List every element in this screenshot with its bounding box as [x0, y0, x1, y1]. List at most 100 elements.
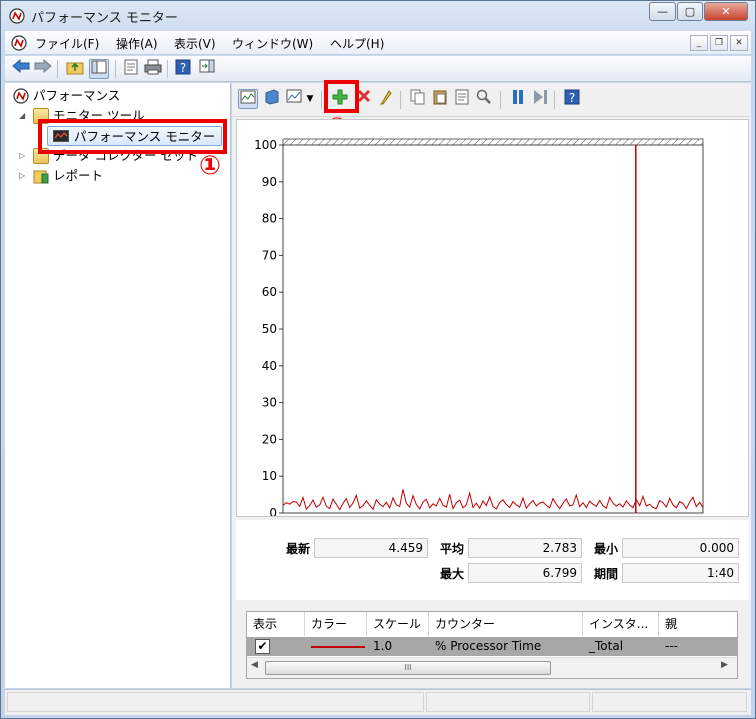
- back-button[interactable]: [11, 58, 31, 79]
- column-header-instance[interactable]: インスタ...: [583, 612, 659, 636]
- svg-text:?: ?: [569, 91, 575, 105]
- table-row[interactable]: ✔ 1.0 % Processor Time _Total ---: [247, 637, 737, 656]
- mdi-restore-button[interactable]: ❐: [710, 35, 728, 51]
- forward-button[interactable]: [33, 58, 53, 79]
- duration-label: 期間: [594, 567, 619, 581]
- update-data-button[interactable]: [530, 89, 550, 109]
- up-folder-button[interactable]: [65, 59, 85, 79]
- toolbar-separator: [57, 60, 58, 78]
- menu-action[interactable]: 操作(A): [116, 35, 158, 52]
- help-icon: ?: [175, 59, 191, 75]
- console-tree: パフォーマンス ◢ モニター ツール パフォーマンス モニター ▷ データ コレ…: [5, 83, 231, 688]
- counter-name: % Processor Time: [435, 639, 542, 653]
- log-data-icon: [265, 89, 279, 105]
- freeze-display-button[interactable]: [508, 89, 528, 109]
- view-log-data-button[interactable]: [262, 89, 282, 109]
- graph-area: 1009080706050403020100 11:43:2011:43:501…: [236, 119, 749, 534]
- counter-color-swatch: [311, 646, 365, 648]
- folder-up-icon: [66, 62, 84, 75]
- horizontal-scrollbar[interactable]: ◀ III ▶: [247, 657, 737, 678]
- main-toolbar: ?: [5, 56, 751, 82]
- y-tick-label: 30: [262, 396, 277, 410]
- y-tick-label: 90: [262, 175, 277, 189]
- menu-file[interactable]: ファイル(F): [35, 35, 99, 52]
- toolbar-separator: [115, 60, 116, 78]
- minimize-button[interactable]: —: [649, 2, 676, 21]
- collapsed-triangle-icon[interactable]: ▷: [19, 146, 25, 166]
- back-arrow-icon: [12, 58, 30, 74]
- column-header-color[interactable]: カラー: [305, 612, 367, 636]
- expanded-triangle-icon[interactable]: ◢: [19, 106, 25, 126]
- y-tick-label: 100: [254, 138, 277, 152]
- counter-parent: ---: [665, 639, 678, 653]
- average-value: 2.783: [468, 538, 582, 558]
- status-segment: [592, 692, 747, 712]
- change-graph-type-button[interactable]: [284, 89, 304, 109]
- graph-type-icon: [286, 89, 302, 103]
- highlight-button[interactable]: [376, 89, 396, 109]
- paste-icon: [433, 90, 447, 105]
- toolbar-separator: [554, 91, 555, 109]
- counter-instance: _Total: [589, 639, 624, 653]
- menu-view[interactable]: 表示(V): [174, 35, 216, 52]
- toolbar-separator: [500, 91, 501, 109]
- graph-type-dropdown[interactable]: ▼: [304, 89, 316, 109]
- help-icon: ?: [564, 89, 580, 105]
- menu-window[interactable]: ウィンドウ(W): [232, 35, 313, 52]
- console-tree-icon: [91, 60, 107, 74]
- delete-x-icon: [357, 89, 371, 103]
- properties-icon: [455, 89, 469, 105]
- y-tick-label: 20: [262, 432, 277, 446]
- close-button[interactable]: ✕: [704, 2, 748, 21]
- column-header-scale[interactable]: スケール: [367, 612, 429, 636]
- perfmon-help-button[interactable]: ?: [562, 89, 582, 109]
- column-header-counter[interactable]: カウンター: [429, 612, 583, 636]
- show-hide-tree-button[interactable]: [89, 59, 109, 79]
- mdi-minimize-button[interactable]: _: [690, 35, 708, 51]
- properties-button[interactable]: [452, 89, 472, 109]
- maximum-label: 最大: [440, 567, 465, 581]
- toolbar-separator: [321, 91, 322, 109]
- plot-area: [282, 144, 704, 514]
- magnifier-icon: [476, 89, 491, 104]
- mdi-close-button[interactable]: ✕: [730, 35, 748, 51]
- scroll-thumb[interactable]: III: [265, 661, 551, 675]
- help-button[interactable]: ?: [173, 59, 193, 79]
- counter-scale: 1.0: [373, 639, 393, 653]
- status-bar: [5, 689, 751, 715]
- tree-item-reports[interactable]: ▷ レポート: [17, 166, 167, 186]
- show-action-pane-button[interactable]: [197, 59, 217, 79]
- step-forward-icon: [534, 90, 547, 104]
- average-label: 平均: [440, 542, 465, 556]
- column-header-parent[interactable]: 親: [659, 612, 737, 636]
- perfmon-toolbar: ▼ ?: [232, 80, 751, 143]
- y-tick-label: 80: [262, 212, 277, 226]
- zoom-button[interactable]: [474, 89, 494, 109]
- column-header-show[interactable]: 表示: [247, 612, 305, 636]
- view-current-activity-button[interactable]: [238, 89, 258, 109]
- tree-label: レポート: [53, 168, 104, 183]
- copy-icon: [410, 89, 425, 105]
- toolbar-separator: [400, 91, 401, 109]
- properties-button[interactable]: [121, 59, 141, 79]
- menu-bar: ファイル(F) 操作(A) 表示(V) ウィンドウ(W) ヘルプ(H) _ ❐ …: [5, 31, 751, 55]
- y-tick-label: 60: [262, 285, 277, 299]
- y-tick-label: 10: [262, 469, 277, 483]
- scroll-right-arrow-icon[interactable]: ▶: [721, 660, 728, 670]
- title-bar: パフォーマンス モニター — ▢ ✕: [1, 1, 755, 29]
- performance-chart: 1009080706050403020100 11:43:2011:43:501…: [254, 138, 730, 534]
- perfmon-menu-icon[interactable]: [11, 35, 27, 51]
- counter-legend-table: 表示 カラー スケール カウンター インスタ... 親 ✔ 1.0 % Proc…: [246, 611, 738, 679]
- collapsed-triangle-icon[interactable]: ▷: [19, 166, 25, 186]
- paste-counter-list-button[interactable]: [430, 89, 450, 109]
- maximize-button[interactable]: ▢: [677, 2, 703, 21]
- menu-help[interactable]: ヘルプ(H): [330, 35, 384, 52]
- printer-icon: [144, 59, 162, 75]
- scroll-left-arrow-icon[interactable]: ◀: [251, 660, 258, 670]
- annotation-box-2: [324, 80, 359, 113]
- report-icon: [33, 170, 49, 184]
- copy-properties-button[interactable]: [408, 89, 428, 109]
- print-button[interactable]: [143, 59, 163, 79]
- perfmon-icon: [13, 88, 29, 104]
- show-checkbox[interactable]: ✔: [255, 639, 270, 654]
